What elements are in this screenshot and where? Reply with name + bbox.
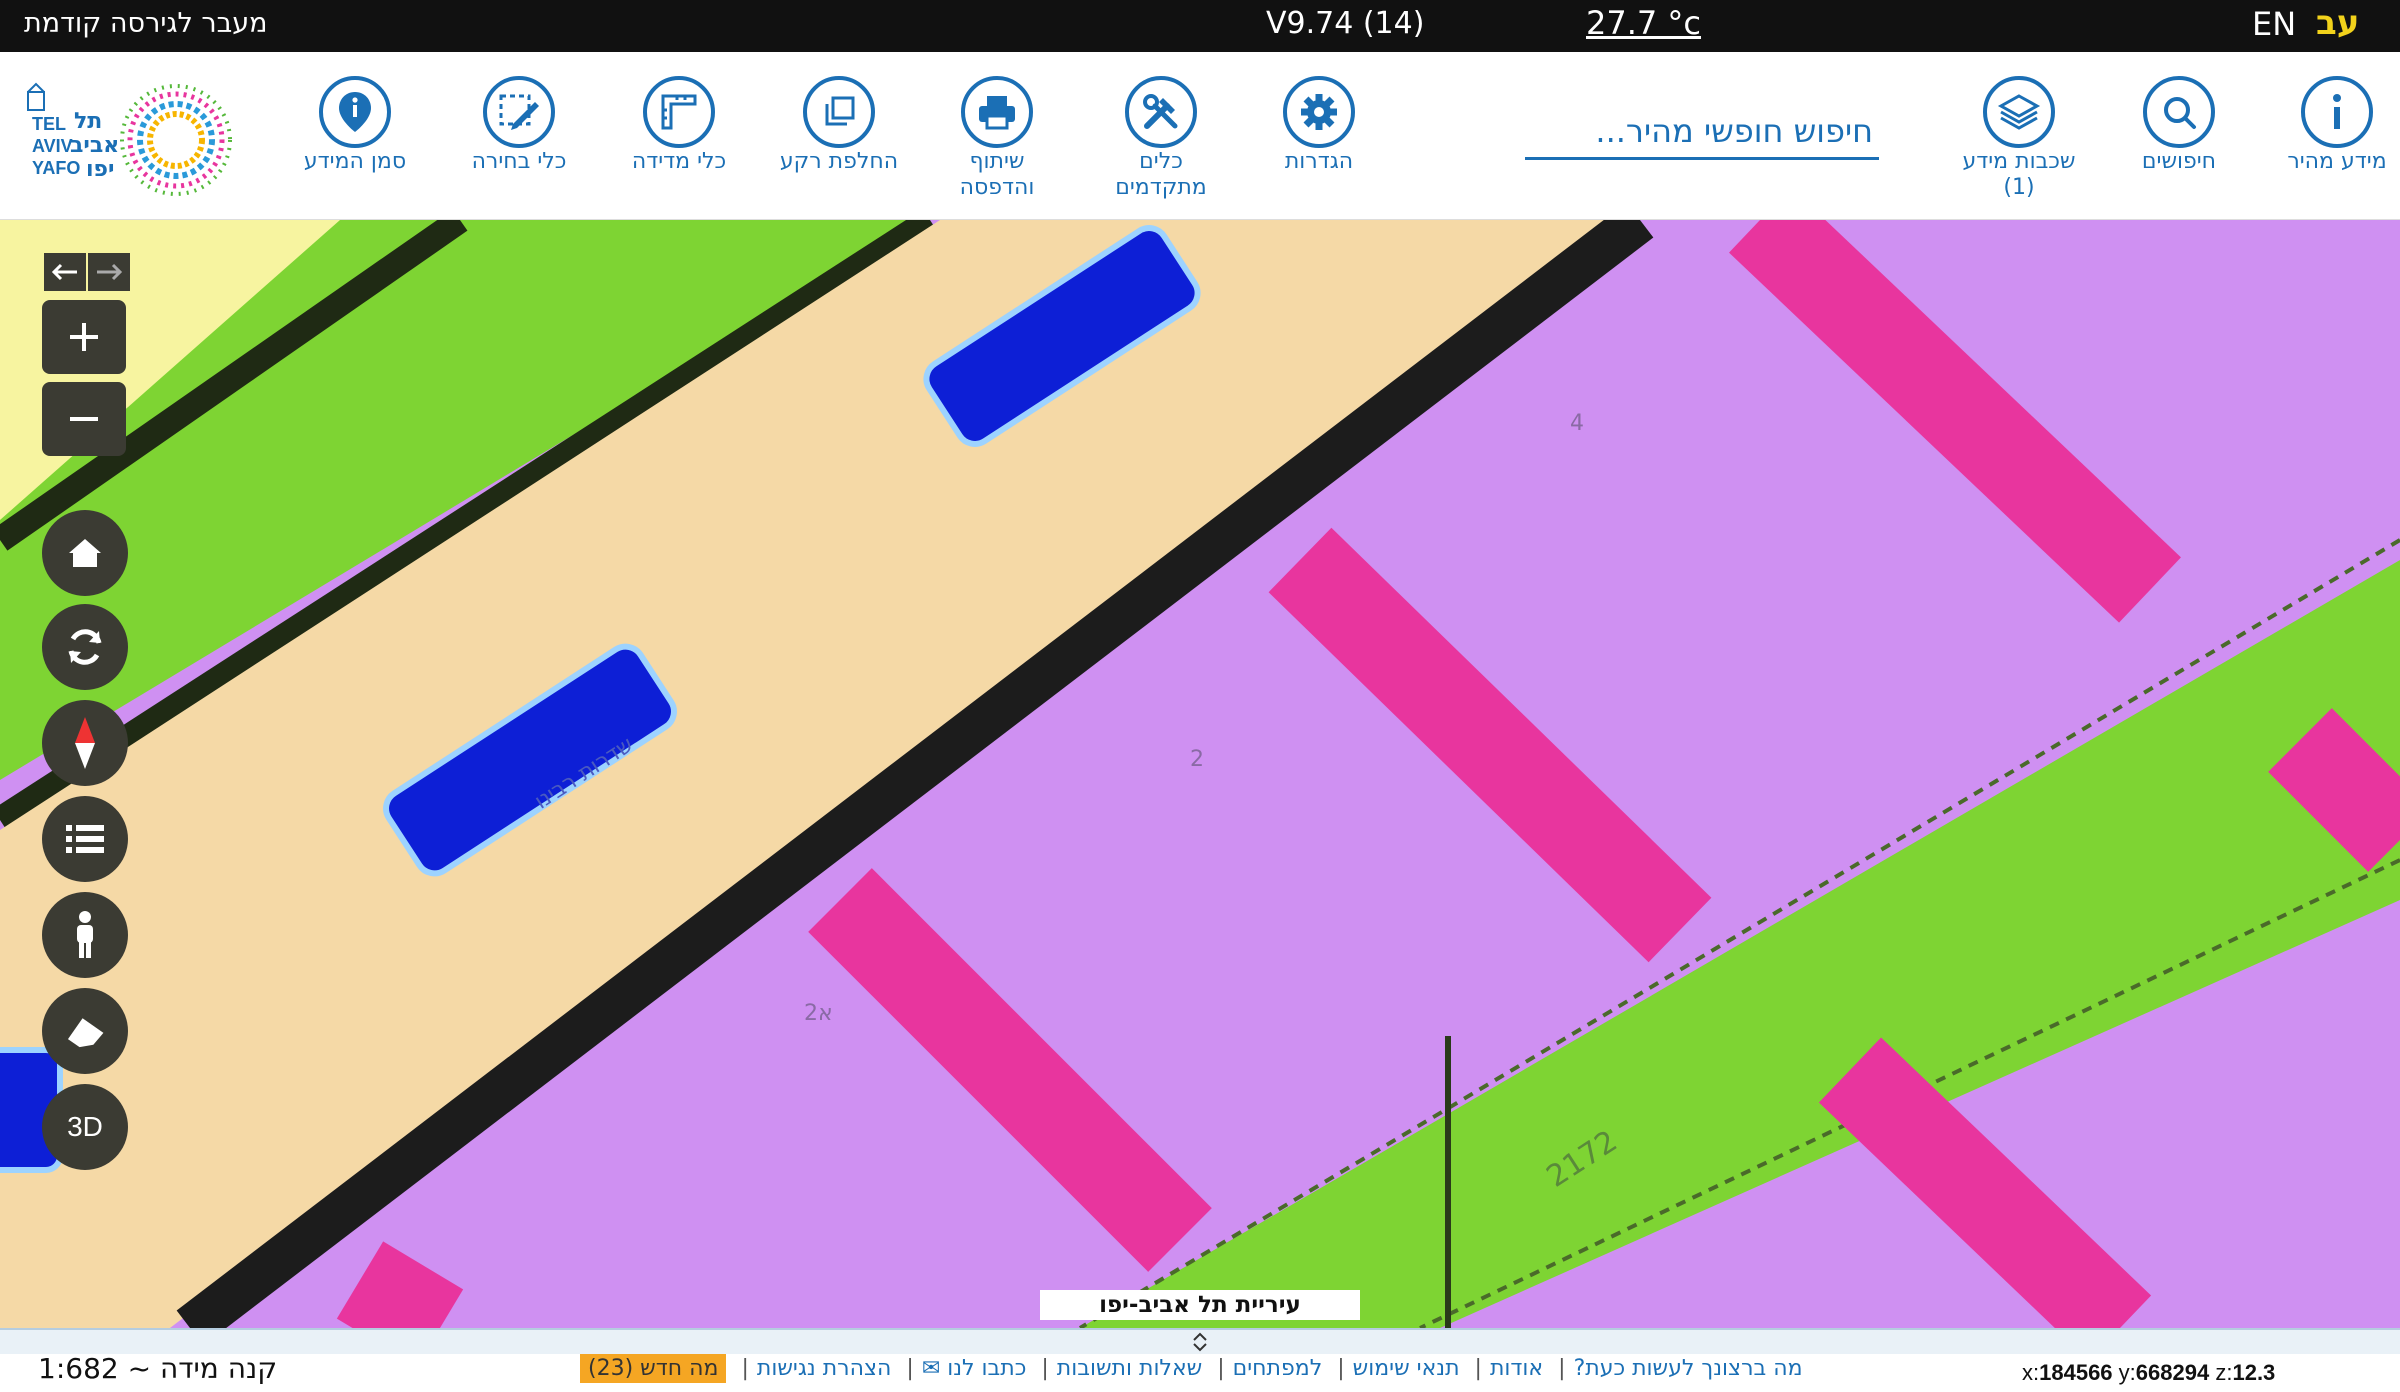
settings-button[interactable]: הגדרות (1244, 76, 1394, 175)
whats-new-badge[interactable]: מה חדש (23) (580, 1354, 727, 1383)
ruler-icon (643, 76, 715, 148)
version-label: V9.74 (14) (1266, 6, 1425, 41)
share-print-label-2: והדפסה (959, 175, 1035, 200)
layers-button[interactable]: שכבות מידע (1) (1944, 76, 2094, 201)
layers-label-1: שכבות מידע (1962, 149, 2076, 174)
eraser-icon (67, 1018, 104, 1048)
previous-version-link[interactable]: מעבר לגירסה קודמת (24, 8, 268, 39)
map-scale-label: קנה מידה ~ 1:682 (38, 1352, 278, 1385)
language-english-link[interactable]: EN (2252, 5, 2296, 43)
footer-link-about[interactable]: אודות (1490, 1356, 1543, 1381)
gear-icon (1283, 76, 1355, 148)
basemap-switch-button[interactable]: החלפת רקע (764, 76, 914, 175)
coord-x-value: 184566 (2039, 1360, 2113, 1385)
basemap-copy-icon (803, 76, 875, 148)
footer-link-terms[interactable]: תנאי שימוש (1353, 1356, 1460, 1381)
free-search-field (1525, 104, 1879, 160)
share-print-button[interactable]: שיתוף והדפסה (922, 76, 1072, 201)
map-pin-icon (319, 76, 391, 148)
logo-en-1: TEL (32, 114, 66, 134)
logo-he-3: יפו (86, 157, 115, 182)
advanced-tools-label-2: מתקדמים (1115, 175, 1207, 200)
arrow-right-icon (97, 263, 123, 281)
searches-button[interactable]: חיפושים (2104, 76, 2254, 175)
footer-link-accessibility[interactable]: הצהרת נגישות (757, 1356, 892, 1381)
footer-link-developers[interactable]: למפתחים (1233, 1356, 1323, 1381)
coord-x-label: x: (2022, 1360, 2040, 1385)
selection-tools-label: כלי בחירה (471, 149, 567, 174)
temperature-link[interactable]: 27.7 °c (1586, 4, 1701, 42)
map-coordinates: x:184566 y:668294 z:12.3 (2022, 1360, 2275, 1386)
footer-links: מה ברצונך לעשות כעת?| אודות| תנאי שימוש|… (580, 1354, 1803, 1383)
plus-icon (70, 323, 98, 351)
municipality-label: עיריית תל אביב-יפו (1040, 1290, 1360, 1320)
settings-label: הגדרות (1284, 149, 1354, 174)
pink-path-6 (336, 1241, 464, 1328)
free-search-input[interactable] (1525, 104, 1879, 157)
selection-tools-button[interactable]: כלי בחירה (444, 76, 594, 175)
parcel-label-4: 4 (1570, 411, 1584, 436)
coord-z-value: 12.3 (2232, 1360, 2276, 1385)
info-marker-label: סמן המידע (303, 149, 407, 174)
searches-label: חיפושים (2141, 149, 2217, 174)
compass-icon (75, 717, 95, 769)
logo-emblem-icon (27, 82, 45, 111)
footer-link-contact[interactable]: כתבו לנו ✉ (922, 1356, 1027, 1381)
three-d-label: 3D (67, 1111, 103, 1142)
refresh-button[interactable] (42, 604, 128, 690)
quick-info-label: מידע מהיר (2287, 149, 2387, 174)
share-print-label-1: שיתוף (969, 149, 1025, 174)
main-toolbar: תל אביב יפו TEL AVIV YAFO סמן המידע כלי … (0, 52, 2400, 220)
advanced-tools-label-1: כלים (1139, 149, 1183, 174)
parcel-label-2: 2 (1190, 747, 1204, 772)
coord-y-label: y: (2118, 1360, 2136, 1385)
logo-he-1: תל (74, 109, 102, 134)
search-icon (2143, 76, 2215, 148)
logo-en-3: YAFO (32, 158, 80, 178)
minus-icon (70, 417, 98, 421)
home-button[interactable] (42, 510, 128, 596)
legend-list-button[interactable] (42, 796, 128, 882)
quick-info-button[interactable]: מידע מהיר (2262, 76, 2400, 175)
footer-link-faq[interactable]: שאלות ותשובות (1057, 1356, 1202, 1381)
printer-icon (961, 76, 1033, 148)
clear-eraser-button[interactable] (42, 988, 128, 1074)
select-pencil-icon (483, 76, 555, 148)
arrow-left-icon (51, 263, 77, 281)
logo-sunburst (120, 84, 232, 196)
top-bar: מעבר לגירסה קודמת V9.74 (14) 27.7 °c EN … (0, 0, 2400, 52)
layers-count-label: (1) (2003, 175, 2035, 200)
zoom-in-button[interactable] (42, 300, 126, 374)
info-icon (2301, 76, 2373, 148)
measure-tools-button[interactable]: כלי מדידה (604, 76, 754, 175)
map-canvas[interactable]: 4 2 א2 2172 שדרות רבינו (0, 220, 2400, 1328)
info-marker-button[interactable]: סמן המידע (280, 76, 430, 175)
three-d-button[interactable]: 3D (42, 1084, 128, 1170)
language-hebrew-link[interactable]: עב (2316, 3, 2359, 43)
home-icon (69, 539, 101, 567)
zoom-out-button[interactable] (42, 382, 126, 456)
logo-he-2: אביב (70, 133, 119, 158)
coord-z-label: z: (2215, 1360, 2233, 1385)
tel-aviv-logo[interactable]: תל אביב יפו TEL AVIV YAFO (20, 76, 250, 202)
basemap-switch-label: החלפת רקע (779, 149, 899, 174)
street-view-button[interactable] (42, 892, 128, 978)
footer-link-what-next[interactable]: מה ברצונך לעשות כעת? (1574, 1356, 1803, 1381)
history-forward-button[interactable] (88, 253, 130, 291)
advanced-tools-button[interactable]: כלים מתקדמים (1086, 76, 1236, 201)
list-icon (66, 825, 104, 853)
compass-button[interactable] (42, 700, 128, 786)
logo-en-2: AVIV (32, 136, 73, 156)
person-icon (77, 911, 93, 958)
footer-collapse-bar[interactable] (0, 1328, 2400, 1354)
parcel-label-2a: א2 (804, 1001, 833, 1026)
tools-wrench-hammer-icon (1125, 76, 1197, 148)
layers-stack-icon (1983, 76, 2055, 148)
measure-tools-label: כלי מדידה (631, 149, 727, 174)
coord-y-value: 668294 (2135, 1360, 2210, 1385)
history-back-button[interactable] (44, 253, 86, 291)
refresh-icon (68, 629, 102, 665)
collapse-arrows-icon (1193, 1332, 1207, 1352)
